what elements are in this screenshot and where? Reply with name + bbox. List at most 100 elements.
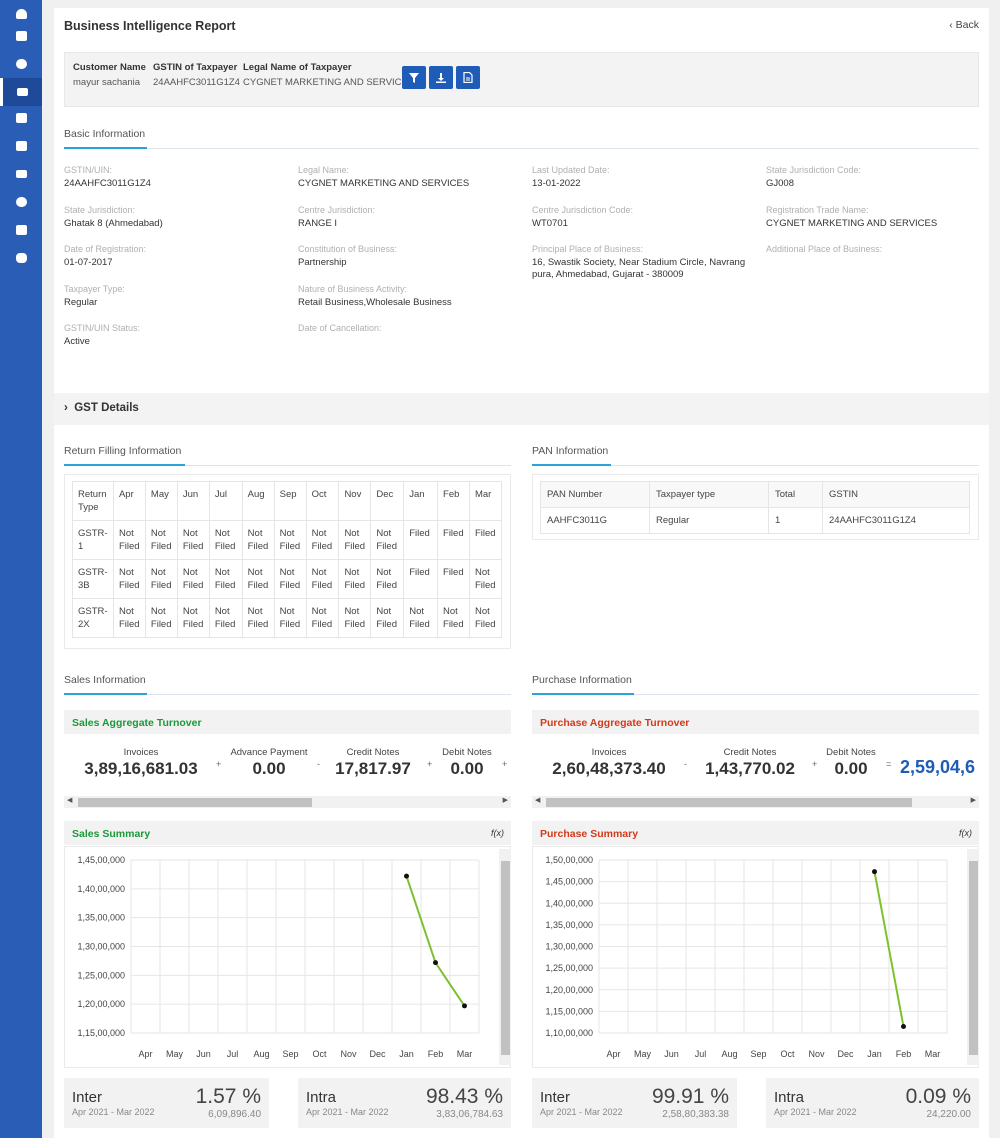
pdf-icon <box>463 72 473 83</box>
return-filing-table: Return Type Apr May Jun Jul Aug Sep Oct … <box>72 481 503 638</box>
x-tick-label: Dec <box>837 1049 854 1059</box>
vertical-scrollbar[interactable] <box>499 849 511 1065</box>
basic-info-title: Basic Information <box>64 128 146 140</box>
x-tick-label: Aug <box>721 1049 737 1059</box>
pdf-button[interactable] <box>456 66 480 89</box>
data-point[interactable] <box>462 1003 467 1009</box>
tab-underline <box>532 464 611 466</box>
pan-table: PAN Number Taxpayer type Total GSTIN AAH… <box>540 481 970 534</box>
column-header: Total <box>768 481 823 508</box>
agg-item: Credit Notes 1,43,770.02 <box>705 747 795 778</box>
agg-item: Debit Notes 0.00 <box>442 747 492 778</box>
x-tick-label: Jan <box>399 1049 414 1059</box>
column-header: Jan <box>403 481 439 521</box>
agg-item: Invoices 3,89,16,681.03 <box>84 747 198 778</box>
list-icon[interactable] <box>0 132 42 160</box>
sales-summary-chart: 1,15,00,000 1,20,00,000 1,25,00,000 1,30,00… <box>77 855 480 1059</box>
x-tick-label: Aug <box>253 1049 269 1059</box>
info-item: Taxpayer Type: Regular <box>64 284 125 308</box>
info-item: Nature of Business Activity: Retail Busin… <box>298 284 452 308</box>
customer-name-label: Customer Name <box>73 62 146 73</box>
hierarchy-icon[interactable] <box>0 22 42 50</box>
data-point[interactable] <box>901 1024 906 1030</box>
chevron-right-icon: › <box>64 402 75 414</box>
divider <box>64 148 979 149</box>
data-point[interactable] <box>872 869 877 875</box>
data-point[interactable] <box>433 960 438 966</box>
operator: + <box>216 759 222 769</box>
x-tick-label: Sep <box>282 1049 298 1059</box>
help-icon[interactable] <box>0 216 42 244</box>
x-tick-label: Jul <box>227 1049 239 1059</box>
users-icon[interactable] <box>0 50 42 78</box>
y-tick-label: 1,10,00,000 <box>545 1028 593 1038</box>
download-button[interactable] <box>429 66 453 89</box>
x-tick-label: May <box>634 1049 652 1059</box>
sales-info-title: Sales Information <box>64 674 146 686</box>
handshake-icon[interactable] <box>0 244 42 272</box>
tab-underline <box>64 147 147 149</box>
dollar-icon[interactable] <box>0 104 42 132</box>
legal-name-value: CYGNET MARKETING AND SERVICES <box>243 77 415 88</box>
x-tick-label: Nov <box>340 1049 357 1059</box>
info-item: Date of Cancellation: <box>298 323 382 333</box>
column-header: Taxpayer type <box>649 481 769 508</box>
column-header: Feb <box>437 481 470 521</box>
agg-item: Debit Notes 0.00 <box>826 747 876 778</box>
column-header: Mar <box>468 481 503 521</box>
column-header: Aug <box>241 481 275 521</box>
horizontal-scrollbar[interactable]: ◀ ▶ <box>532 796 979 808</box>
y-tick-label: 1,20,00,000 <box>77 999 125 1009</box>
gst-details-toggle[interactable]: › GST Details <box>54 393 989 425</box>
info-item: Constitution of Business: Partnership <box>298 244 398 268</box>
data-point[interactable] <box>404 873 409 879</box>
info-item: Legal Name: CYGNET MARKETING AND SERVICES <box>298 165 470 189</box>
column-header: GSTIN <box>822 481 970 508</box>
vertical-scrollbar[interactable] <box>967 849 979 1065</box>
y-tick-label: 1,35,00,000 <box>545 920 593 930</box>
purchase-aggregate-title: Purchase Aggregate Turnover <box>532 710 979 734</box>
pan-info-title: PAN Information <box>532 445 609 457</box>
y-tick-label: 1,35,00,000 <box>77 913 125 923</box>
tab-underline <box>64 693 147 695</box>
column-header: Jul <box>208 481 243 521</box>
sales-summary-title: Sales Summary <box>64 821 511 845</box>
column-header: Return Type <box>72 481 114 521</box>
info-item: Registration Trade Name: CYGNET MARKETING… <box>766 205 938 229</box>
tab-underline <box>64 464 185 466</box>
function-icon[interactable]: f(x) <box>959 828 972 838</box>
purchase-inter-card: Inter Apr 2021 - Mar 2022 99.91 % 2,58,80,… <box>532 1078 737 1128</box>
operator: = <box>886 759 892 769</box>
filter-button[interactable] <box>402 66 426 89</box>
info-item: GSTIN/UIN: 24AAHFC3011G1Z4 <box>64 165 151 189</box>
y-tick-label: 1,30,00,000 <box>77 942 125 952</box>
purchase-chart-box: 1,10,00,000 1,15,00,000 1,20,00,000 1,25,00… <box>532 846 979 1068</box>
column-header: Jun <box>176 481 210 521</box>
table-row: GSTR-3B Not Filed Not Filed Not Filed Not Fi… <box>72 559 503 599</box>
info-item: Last Updated Date: 13-01-2022 <box>532 165 610 189</box>
x-tick-label: Feb <box>428 1049 444 1059</box>
y-tick-label: 1,45,00,000 <box>77 855 125 865</box>
operator: - <box>317 759 320 769</box>
info-item: Principal Place of Business: 16, Swastik … <box>532 244 746 280</box>
x-tick-label: Sep <box>750 1049 766 1059</box>
chart-icon[interactable] <box>0 78 42 106</box>
gear-icon[interactable] <box>0 188 42 216</box>
back-link[interactable]: ‹ Back <box>949 19 979 31</box>
function-icon[interactable]: f(x) <box>491 828 504 838</box>
x-tick-label: May <box>166 1049 184 1059</box>
mail-icon[interactable] <box>0 160 42 188</box>
tab-underline <box>532 693 634 695</box>
x-tick-label: Apr <box>138 1049 152 1059</box>
column-header: Nov <box>338 481 372 521</box>
info-item: State Jurisdiction: Ghatak 8 (Ahmedabad) <box>64 205 163 229</box>
page-title: Business Intelligence Report <box>64 19 236 33</box>
gstin-value: 24AAHFC3011G1Z4 <box>153 77 240 88</box>
agg-item: Invoices 2,60,48,373.40 <box>552 747 666 778</box>
sales-intra-card: Intra Apr 2021 - Mar 2022 98.43 % 3,83,06,… <box>298 1078 511 1128</box>
y-tick-label: 1,45,00,000 <box>545 877 593 887</box>
column-header: Dec <box>370 481 405 521</box>
column-header: Oct <box>305 481 340 521</box>
horizontal-scrollbar[interactable]: ◀ ▶ <box>64 796 511 808</box>
table-row: AAHFC3011G Regular 1 24AAHFC3011G1Z4 <box>540 507 970 534</box>
